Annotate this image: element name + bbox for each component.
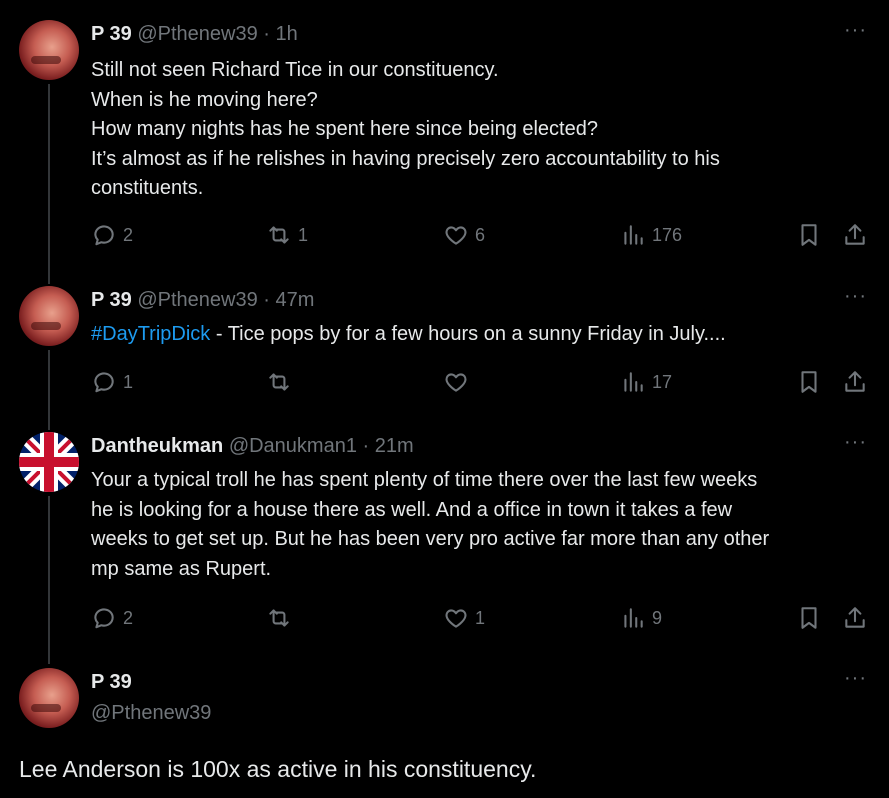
separator: · bbox=[362, 435, 370, 457]
tweet-text: Your a typical troll he has spent plenty… bbox=[91, 466, 769, 584]
like-button[interactable] bbox=[443, 368, 475, 396]
timestamp[interactable]: 47m bbox=[276, 289, 315, 311]
username[interactable]: @Pthenew39 bbox=[137, 289, 257, 311]
bookmark-button[interactable] bbox=[796, 604, 822, 632]
main-tweet-text: Lee Anderson is 100x as active in his co… bbox=[19, 756, 537, 782]
tweet[interactable]: Dantheukman @Danukman1 · 21m ··· Your a … bbox=[0, 432, 889, 642]
tweet-text-line: Still not seen Richard Tice in our const… bbox=[91, 59, 499, 81]
bookmark-button[interactable] bbox=[796, 221, 822, 249]
tweet-text-line: constituents. bbox=[91, 177, 204, 199]
tweet-text: Still not seen Richard Tice in our const… bbox=[91, 56, 720, 204]
tweet-header: Dantheukman @Danukman1 · 21m bbox=[91, 432, 414, 460]
reply-count: 1 bbox=[123, 371, 134, 392]
reply-icon bbox=[94, 608, 114, 629]
tweet[interactable]: P 39 @Pthenew39 · 1h ··· Still not seen … bbox=[0, 20, 889, 260]
tweet-text-rest: - Tice pops by for a few hours on a sunn… bbox=[210, 323, 726, 345]
views-button[interactable]: 17 bbox=[620, 368, 672, 396]
retweet-button[interactable]: 1 bbox=[266, 221, 308, 249]
analytics-icon bbox=[624, 608, 643, 628]
tweet-text-line: When is he moving here? bbox=[91, 88, 318, 111]
reply-icon bbox=[94, 372, 114, 393]
avatar[interactable] bbox=[19, 286, 79, 346]
views-button[interactable]: 176 bbox=[620, 221, 682, 249]
display-name[interactable]: P 39 bbox=[91, 671, 132, 693]
share-icon bbox=[845, 224, 865, 245]
avatar[interactable] bbox=[19, 668, 79, 728]
retweet-button[interactable] bbox=[266, 368, 298, 396]
retweet-count: 1 bbox=[298, 224, 309, 245]
reply-count: 2 bbox=[123, 224, 134, 245]
heart-icon bbox=[445, 609, 467, 628]
share-button[interactable] bbox=[842, 368, 868, 396]
retweet-button[interactable] bbox=[266, 604, 298, 632]
bookmark-icon bbox=[801, 224, 817, 246]
more-options-icon[interactable]: ··· bbox=[844, 286, 867, 306]
display-name[interactable]: P 39 bbox=[91, 289, 132, 311]
tweet-text-line: It’s almost as if he relishes in having … bbox=[91, 147, 720, 170]
retweet-icon bbox=[269, 226, 289, 244]
view-count: 17 bbox=[652, 371, 673, 392]
timestamp[interactable]: 21m bbox=[375, 435, 414, 457]
tweet-header: P 39 bbox=[91, 668, 132, 696]
more-options-icon[interactable]: ··· bbox=[844, 668, 867, 688]
reply-count: 2 bbox=[123, 607, 134, 628]
tweet[interactable]: P 39 @Pthenew39 · 47m ··· #DayTripDick -… bbox=[0, 286, 889, 406]
tweet-text-line: he is looking for a house there as well.… bbox=[91, 498, 733, 521]
username[interactable]: @Danukman1 bbox=[229, 435, 357, 457]
bookmark-button[interactable] bbox=[796, 368, 822, 396]
hashtag-link[interactable]: #DayTripDick bbox=[91, 323, 210, 345]
display-name[interactable]: Dantheukman bbox=[91, 435, 223, 457]
reply-icon bbox=[94, 225, 114, 246]
bookmark-icon bbox=[801, 607, 817, 629]
reply-button[interactable]: 2 bbox=[91, 604, 133, 632]
analytics-icon bbox=[624, 225, 643, 245]
tweet-text-line: weeks to get set up. But he has been ver… bbox=[91, 528, 770, 550]
username[interactable]: @Pthenew39 bbox=[137, 23, 257, 45]
heart-icon bbox=[445, 226, 467, 245]
union-jack-flag-icon bbox=[19, 432, 79, 492]
like-count: 6 bbox=[475, 224, 486, 245]
tweet-actions: 2 1 6 176 bbox=[0, 221, 889, 249]
retweet-icon bbox=[269, 373, 289, 391]
views-button[interactable]: 9 bbox=[620, 604, 662, 632]
tweet-text-line: How many nights has he spent here since … bbox=[91, 118, 598, 140]
tweet-text-line: Your a typical troll he has spent plenty… bbox=[91, 469, 758, 491]
tweet-header: P 39 @Pthenew39 · 1h bbox=[91, 20, 298, 48]
view-count: 176 bbox=[652, 224, 683, 245]
more-options-icon[interactable]: ··· bbox=[844, 432, 867, 452]
display-name[interactable]: P 39 bbox=[91, 23, 132, 45]
tweet-text-line: mp same as Rupert. bbox=[91, 557, 272, 580]
tweet-actions: 1 17 bbox=[0, 368, 889, 396]
view-count: 9 bbox=[652, 607, 663, 628]
like-count: 1 bbox=[475, 607, 486, 628]
like-button[interactable]: 1 bbox=[443, 604, 485, 632]
analytics-icon bbox=[624, 372, 643, 392]
avatar[interactable] bbox=[19, 432, 79, 492]
main-tweet[interactable]: P 39 @Pthenew39 ··· Lee Anderson is 100x… bbox=[0, 668, 889, 798]
separator: · bbox=[263, 289, 270, 311]
tweet-actions: 2 1 9 bbox=[0, 604, 889, 632]
tweet-text: #DayTripDick - Tice pops by for a few ho… bbox=[91, 320, 726, 350]
bookmark-icon bbox=[801, 371, 817, 393]
share-button[interactable] bbox=[842, 221, 868, 249]
share-button[interactable] bbox=[842, 604, 868, 632]
separator: · bbox=[263, 23, 270, 45]
like-button[interactable]: 6 bbox=[443, 221, 485, 249]
reply-button[interactable]: 2 bbox=[91, 221, 133, 249]
share-icon bbox=[845, 607, 865, 628]
reply-button[interactable]: 1 bbox=[91, 368, 133, 396]
tweet-header: P 39 @Pthenew39 · 47m bbox=[91, 286, 314, 314]
avatar[interactable] bbox=[19, 20, 79, 80]
tweet-text-line: #DayTripDick - Tice pops by for a few ho… bbox=[91, 320, 726, 350]
username[interactable]: @Pthenew39 bbox=[91, 702, 211, 725]
retweet-icon bbox=[269, 609, 289, 627]
heart-icon bbox=[445, 373, 467, 392]
share-icon bbox=[845, 371, 865, 392]
timestamp[interactable]: 1h bbox=[276, 23, 298, 45]
more-options-icon[interactable]: ··· bbox=[844, 20, 867, 40]
